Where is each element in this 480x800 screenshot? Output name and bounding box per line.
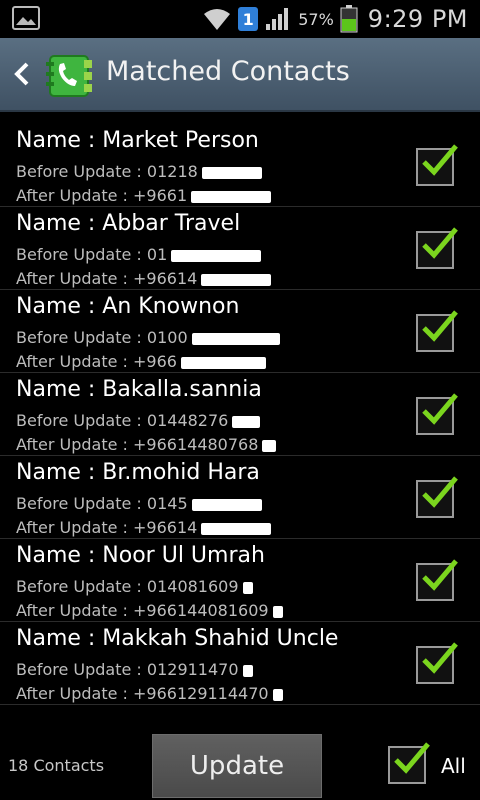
before-update-text: Before Update : 014081609	[16, 577, 239, 596]
before-update-line: Before Update : 012911470	[16, 660, 253, 679]
contact-name: Name : Noor Ul Umrah	[16, 543, 265, 568]
list-item: Name : An Knownon Before Update : 0100 A…	[0, 290, 480, 373]
redaction-mark	[191, 332, 280, 345]
after-update-line: After Update : +966129114470	[16, 684, 283, 703]
redaction-mark	[171, 249, 262, 262]
contact-name: Name : An Knownon	[16, 294, 240, 319]
list-item: Name : Abbar Travel Before Update : 01 A…	[0, 207, 480, 290]
redaction-mark	[242, 664, 253, 677]
after-update-line: After Update : +966	[16, 352, 266, 371]
after-update-text: After Update : +96614	[16, 269, 198, 288]
check-icon	[422, 144, 458, 176]
wifi-icon	[204, 9, 231, 30]
redaction-mark	[232, 415, 261, 428]
check-icon	[422, 642, 458, 674]
before-update-text: Before Update : 01	[16, 245, 168, 264]
check-icon	[422, 559, 458, 591]
gallery-icon	[12, 6, 40, 30]
contact-name: Name : Makkah Shahid Uncle	[16, 626, 339, 651]
redaction-mark	[242, 581, 253, 594]
action-bar: Matched Contacts	[0, 38, 480, 112]
contact-checkbox[interactable]	[416, 144, 458, 186]
list-item: Name : Bakalla.sannia Before Update : 01…	[0, 373, 480, 456]
check-icon	[422, 310, 458, 342]
after-update-text: After Update : +96614480768	[16, 435, 259, 454]
contacts-app-icon	[46, 55, 92, 97]
before-update-line: Before Update : 014081609	[16, 577, 253, 596]
list-item: Name : Noor Ul Umrah Before Update : 014…	[0, 539, 480, 622]
after-update-text: After Update : +96614	[16, 518, 198, 537]
redaction-mark	[201, 166, 262, 179]
battery-percent: 57%	[298, 9, 334, 29]
contact-checkbox[interactable]	[416, 227, 458, 269]
redaction-mark	[201, 273, 272, 286]
contact-checkbox[interactable]	[416, 559, 458, 601]
contact-checkbox[interactable]	[416, 476, 458, 518]
list-item: Name : Br.mohid Hara Before Update : 014…	[0, 456, 480, 539]
redaction-mark	[201, 522, 272, 535]
before-update-text: Before Update : 01448276	[16, 411, 229, 430]
signal-icon	[266, 8, 289, 30]
after-update-line: After Update : +966144081609	[16, 601, 283, 620]
before-update-line: Before Update : 0100	[16, 328, 280, 347]
redaction-mark	[272, 605, 283, 618]
contact-name: Name : Abbar Travel	[16, 211, 241, 236]
after-update-line: After Update : +96614	[16, 269, 272, 288]
bottom-bar: 18 Contacts Update All	[0, 720, 480, 800]
sim-badge: 1	[238, 7, 259, 31]
contact-checkbox[interactable]	[416, 310, 458, 352]
check-icon	[394, 742, 430, 774]
back-icon[interactable]	[12, 60, 32, 88]
battery-icon	[340, 5, 358, 33]
redaction-mark	[272, 688, 283, 701]
status-right: 1 57% 9:29 PM	[202, 0, 468, 38]
after-update-text: After Update : +966144081609	[16, 601, 269, 620]
before-update-line: Before Update : 01448276	[16, 411, 261, 430]
contact-list: Name : Market Person Before Update : 012…	[0, 124, 480, 705]
redaction-mark	[191, 190, 272, 203]
list-item: Name : Makkah Shahid Uncle Before Update…	[0, 622, 480, 705]
after-update-line: After Update : +9661	[16, 186, 272, 205]
update-button[interactable]: Update	[152, 734, 322, 798]
after-update-text: After Update : +966	[16, 352, 177, 371]
status-bar: 1 57% 9:29 PM	[0, 0, 480, 38]
page-title: Matched Contacts	[106, 56, 350, 87]
contact-name: Name : Market Person	[16, 128, 259, 153]
before-update-line: Before Update : 01218	[16, 162, 262, 181]
before-update-text: Before Update : 012911470	[16, 660, 239, 679]
redaction-mark	[191, 498, 262, 511]
contact-checkbox[interactable]	[416, 393, 458, 435]
after-update-text: After Update : +966129114470	[16, 684, 269, 703]
before-update-line: Before Update : 0145	[16, 494, 262, 513]
clock: 9:29 PM	[367, 5, 468, 33]
redaction-mark	[262, 439, 277, 452]
contacts-count: 18 Contacts	[8, 756, 105, 775]
contact-name: Name : Bakalla.sannia	[16, 377, 262, 402]
after-update-line: After Update : +96614	[16, 518, 272, 537]
before-update-text: Before Update : 0100	[16, 328, 188, 347]
check-icon	[422, 393, 458, 425]
contact-name: Name : Br.mohid Hara	[16, 460, 260, 485]
select-all-label: All	[441, 754, 466, 778]
after-update-text: After Update : +9661	[16, 186, 188, 205]
contact-checkbox[interactable]	[416, 642, 458, 684]
redaction-mark	[180, 356, 266, 369]
select-all-checkbox[interactable]	[388, 742, 430, 784]
check-icon	[422, 476, 458, 508]
check-icon	[422, 227, 458, 259]
before-update-text: Before Update : 0145	[16, 494, 188, 513]
before-update-line: Before Update : 01	[16, 245, 262, 264]
after-update-line: After Update : +96614480768	[16, 435, 277, 454]
list-item: Name : Market Person Before Update : 012…	[0, 124, 480, 207]
before-update-text: Before Update : 01218	[16, 162, 198, 181]
